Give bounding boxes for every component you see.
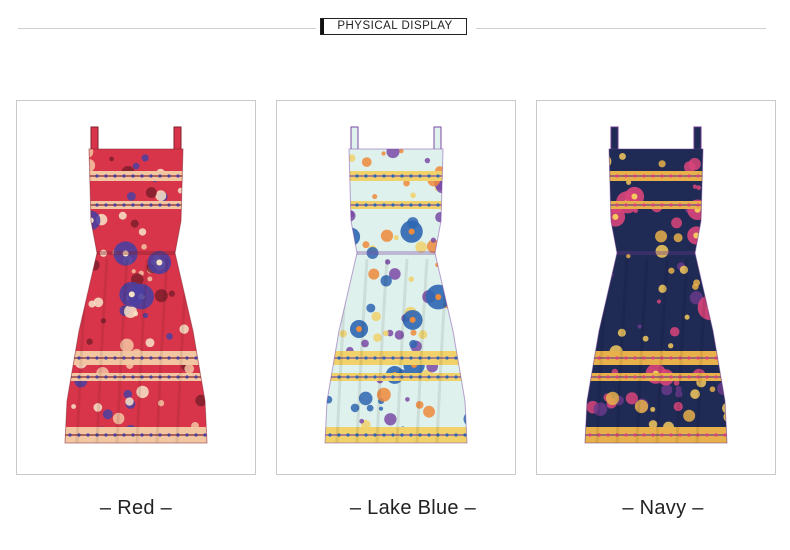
product-card-navy[interactable] (536, 100, 776, 475)
color-label-navy: – Navy – (622, 497, 704, 519)
product-card-red[interactable] (16, 100, 256, 475)
dress-image-navy (584, 126, 728, 444)
color-label-lake-blue: – Lake Blue – (349, 497, 477, 519)
color-label-red: – Red – (99, 497, 173, 519)
section-title-badge: PHYSICAL DISPLAY (320, 18, 467, 35)
header-divider-left (18, 28, 316, 29)
product-card-lake-blue[interactable] (276, 100, 516, 475)
section-title: PHYSICAL DISPLAY (337, 20, 453, 32)
dress-image-red (64, 126, 208, 444)
dress-image-lake-blue (324, 126, 468, 444)
header-divider-right (476, 28, 766, 29)
